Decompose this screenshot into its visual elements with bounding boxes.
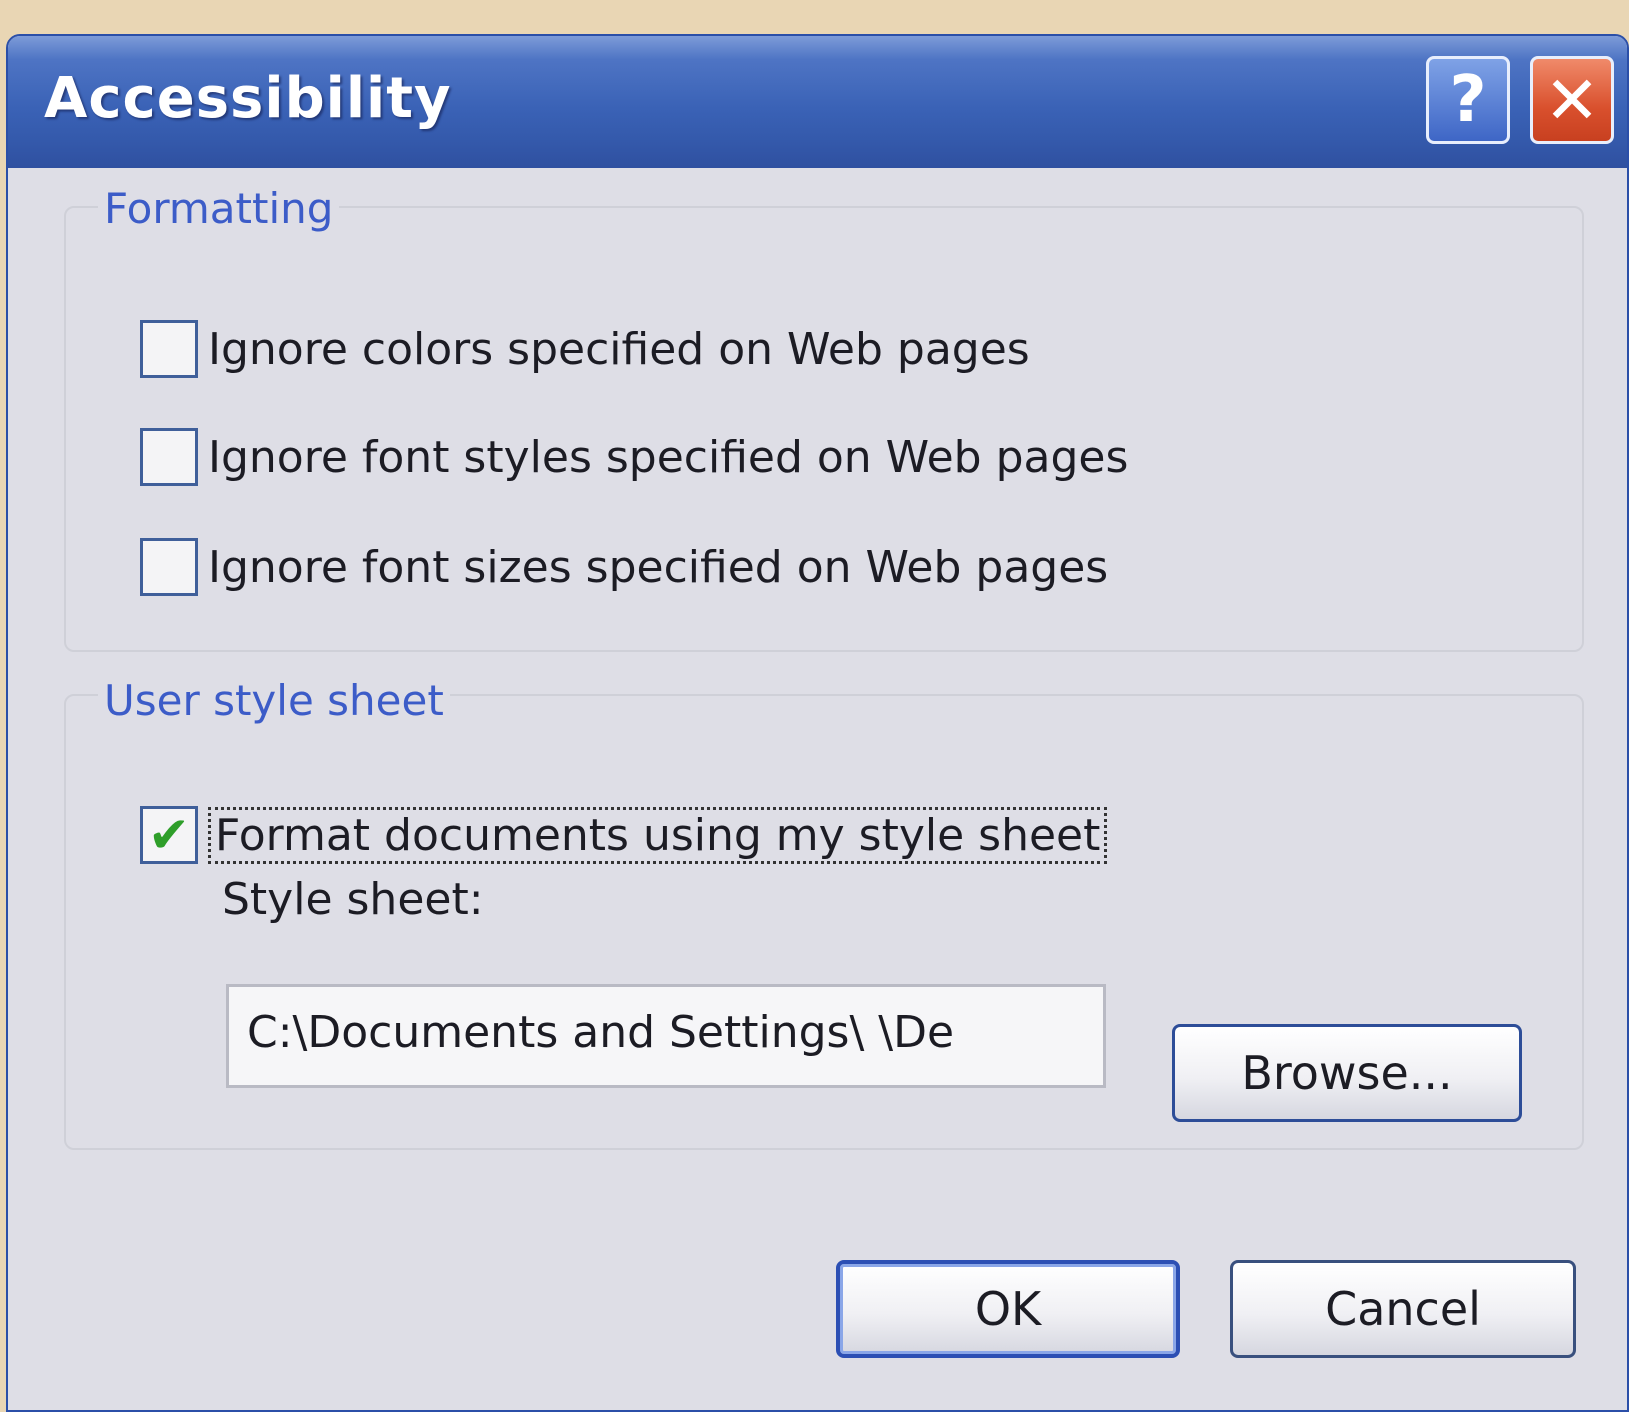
ignore-font-styles-label[interactable]: Ignore font styles specified on Web page… — [208, 432, 1128, 483]
close-icon: ✕ — [1544, 61, 1600, 139]
formatting-group-label: Formatting — [98, 184, 340, 233]
ignore-font-sizes-option[interactable]: Ignore font sizes specified on Web pages — [140, 538, 1108, 596]
user-style-sheet-group-label: User style sheet — [98, 676, 450, 725]
style-sheet-label: Style sheet: — [222, 874, 484, 925]
format-documents-label[interactable]: Format documents using my style sheet — [208, 806, 1108, 864]
ok-button[interactable]: OK — [836, 1260, 1180, 1358]
ignore-font-styles-option[interactable]: Ignore font styles specified on Web page… — [140, 428, 1128, 486]
format-documents-option[interactable]: ✔ Format documents using my style sheet — [140, 806, 1108, 864]
title-bar[interactable]: Accessibility ? ✕ — [8, 36, 1627, 168]
help-icon: ? — [1449, 63, 1487, 137]
help-button[interactable]: ? — [1426, 56, 1510, 144]
ignore-font-styles-checkbox[interactable] — [140, 428, 198, 486]
cancel-button[interactable]: Cancel — [1230, 1260, 1576, 1358]
ignore-colors-checkbox[interactable] — [140, 320, 198, 378]
close-button[interactable]: ✕ — [1530, 56, 1614, 144]
ignore-font-sizes-checkbox[interactable] — [140, 538, 198, 596]
ignore-font-sizes-label[interactable]: Ignore font sizes specified on Web pages — [208, 542, 1108, 593]
style-sheet-path-input[interactable]: C:\Documents and Settings\ \De — [226, 984, 1106, 1088]
ignore-colors-label[interactable]: Ignore colors specified on Web pages — [208, 324, 1030, 375]
browse-button[interactable]: Browse... — [1172, 1024, 1522, 1122]
checkmark-icon: ✔ — [148, 806, 190, 864]
ignore-colors-option[interactable]: Ignore colors specified on Web pages — [140, 320, 1030, 378]
format-documents-checkbox[interactable]: ✔ — [140, 806, 198, 864]
window-title: Accessibility — [44, 66, 452, 131]
